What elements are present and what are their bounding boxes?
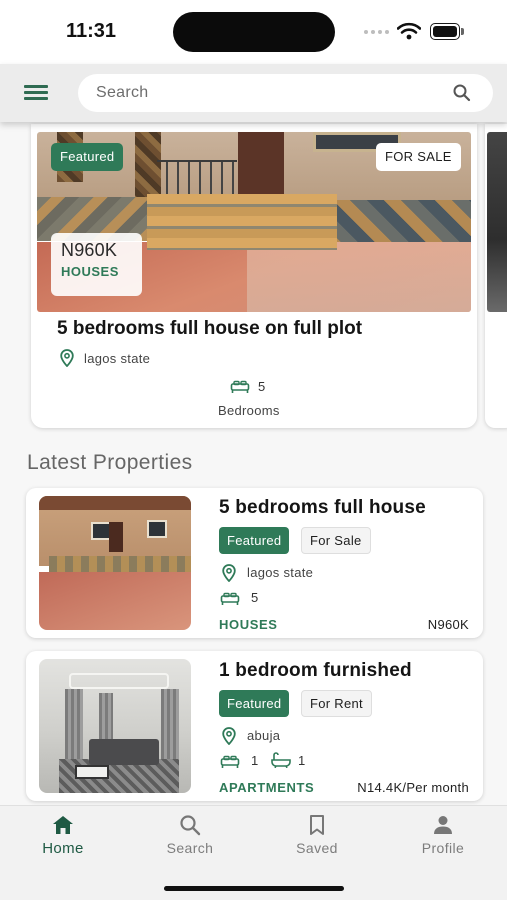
property-title: 1 bedroom furnished — [219, 660, 412, 681]
featured-badge: Featured — [219, 690, 290, 717]
property-bedrooms: 1 — [251, 753, 259, 768]
property-bedrooms: 5 — [251, 590, 259, 605]
nav-search[interactable]: Search — [145, 814, 235, 864]
next-featured-photo[interactable] — [487, 132, 507, 312]
search-icon[interactable] — [452, 83, 472, 103]
property-location: lagos state — [247, 565, 314, 580]
battery-icon — [430, 23, 464, 40]
app-header — [0, 64, 507, 122]
home-indicator[interactable] — [164, 886, 344, 891]
status-bar: 11:31 — [0, 0, 507, 64]
featured-badge: Featured — [219, 527, 290, 554]
property-photo — [39, 496, 191, 630]
property-bathrooms: 1 — [298, 753, 306, 768]
bottom-navigation: Home Search Saved Profile — [0, 805, 507, 900]
location-pin-icon — [222, 564, 236, 582]
latest-properties-heading: Latest Properties — [27, 451, 193, 474]
for-rent-badge: For Rent — [301, 690, 372, 717]
for-sale-badge: For Sale — [301, 527, 371, 554]
price-tag: N960K HOUSES — [51, 233, 142, 296]
location-pin-icon — [222, 727, 236, 745]
property-price: N14.4K/Per month — [357, 780, 469, 795]
search-input[interactable] — [96, 74, 436, 112]
dynamic-island — [173, 12, 335, 52]
menu-icon[interactable] — [24, 83, 50, 103]
search-bar — [78, 74, 493, 112]
featured-type: HOUSES — [61, 264, 119, 279]
nav-profile[interactable]: Profile — [398, 814, 488, 864]
bathtub-icon — [271, 752, 291, 768]
for-sale-badge: FOR SALE — [376, 143, 461, 171]
nav-saved-label: Saved — [296, 840, 338, 856]
nav-home[interactable]: Home — [18, 814, 108, 864]
property-type: APARTMENTS — [219, 780, 315, 795]
featured-title[interactable]: 5 bedrooms full house on full plot — [57, 318, 362, 340]
bookmark-icon — [310, 815, 324, 835]
cellular-signal-icon — [364, 30, 390, 36]
wifi-icon — [397, 22, 421, 40]
featured-bedrooms-label: Bedrooms — [218, 403, 280, 418]
property-price: N960K — [427, 617, 469, 632]
featured-bedrooms: 5 — [258, 379, 266, 394]
nav-profile-label: Profile — [421, 840, 465, 856]
featured-price: N960K — [61, 240, 118, 260]
property-title: 5 bedrooms full house — [219, 497, 426, 518]
search-icon — [180, 815, 201, 836]
featured-badge: Featured — [51, 143, 124, 171]
nav-home-label: Home — [42, 840, 84, 857]
location-pin-icon — [60, 349, 74, 367]
property-list-item[interactable]: 5 bedrooms full house Featured For Sale … — [26, 488, 483, 638]
property-photo — [39, 659, 191, 793]
status-time: 11:31 — [66, 20, 117, 42]
home-icon — [53, 816, 73, 834]
person-icon — [434, 816, 452, 834]
nav-saved[interactable]: Saved — [272, 814, 362, 864]
bed-icon — [220, 592, 240, 605]
nav-search-label: Search — [166, 840, 214, 856]
featured-location: lagos state — [84, 351, 151, 366]
bed-icon — [230, 380, 250, 393]
property-location: abuja — [247, 728, 281, 743]
property-type: HOUSES — [219, 617, 278, 632]
bed-icon — [220, 755, 240, 768]
property-list-item[interactable]: 1 bedroom furnished Featured For Rent ab… — [26, 651, 483, 801]
